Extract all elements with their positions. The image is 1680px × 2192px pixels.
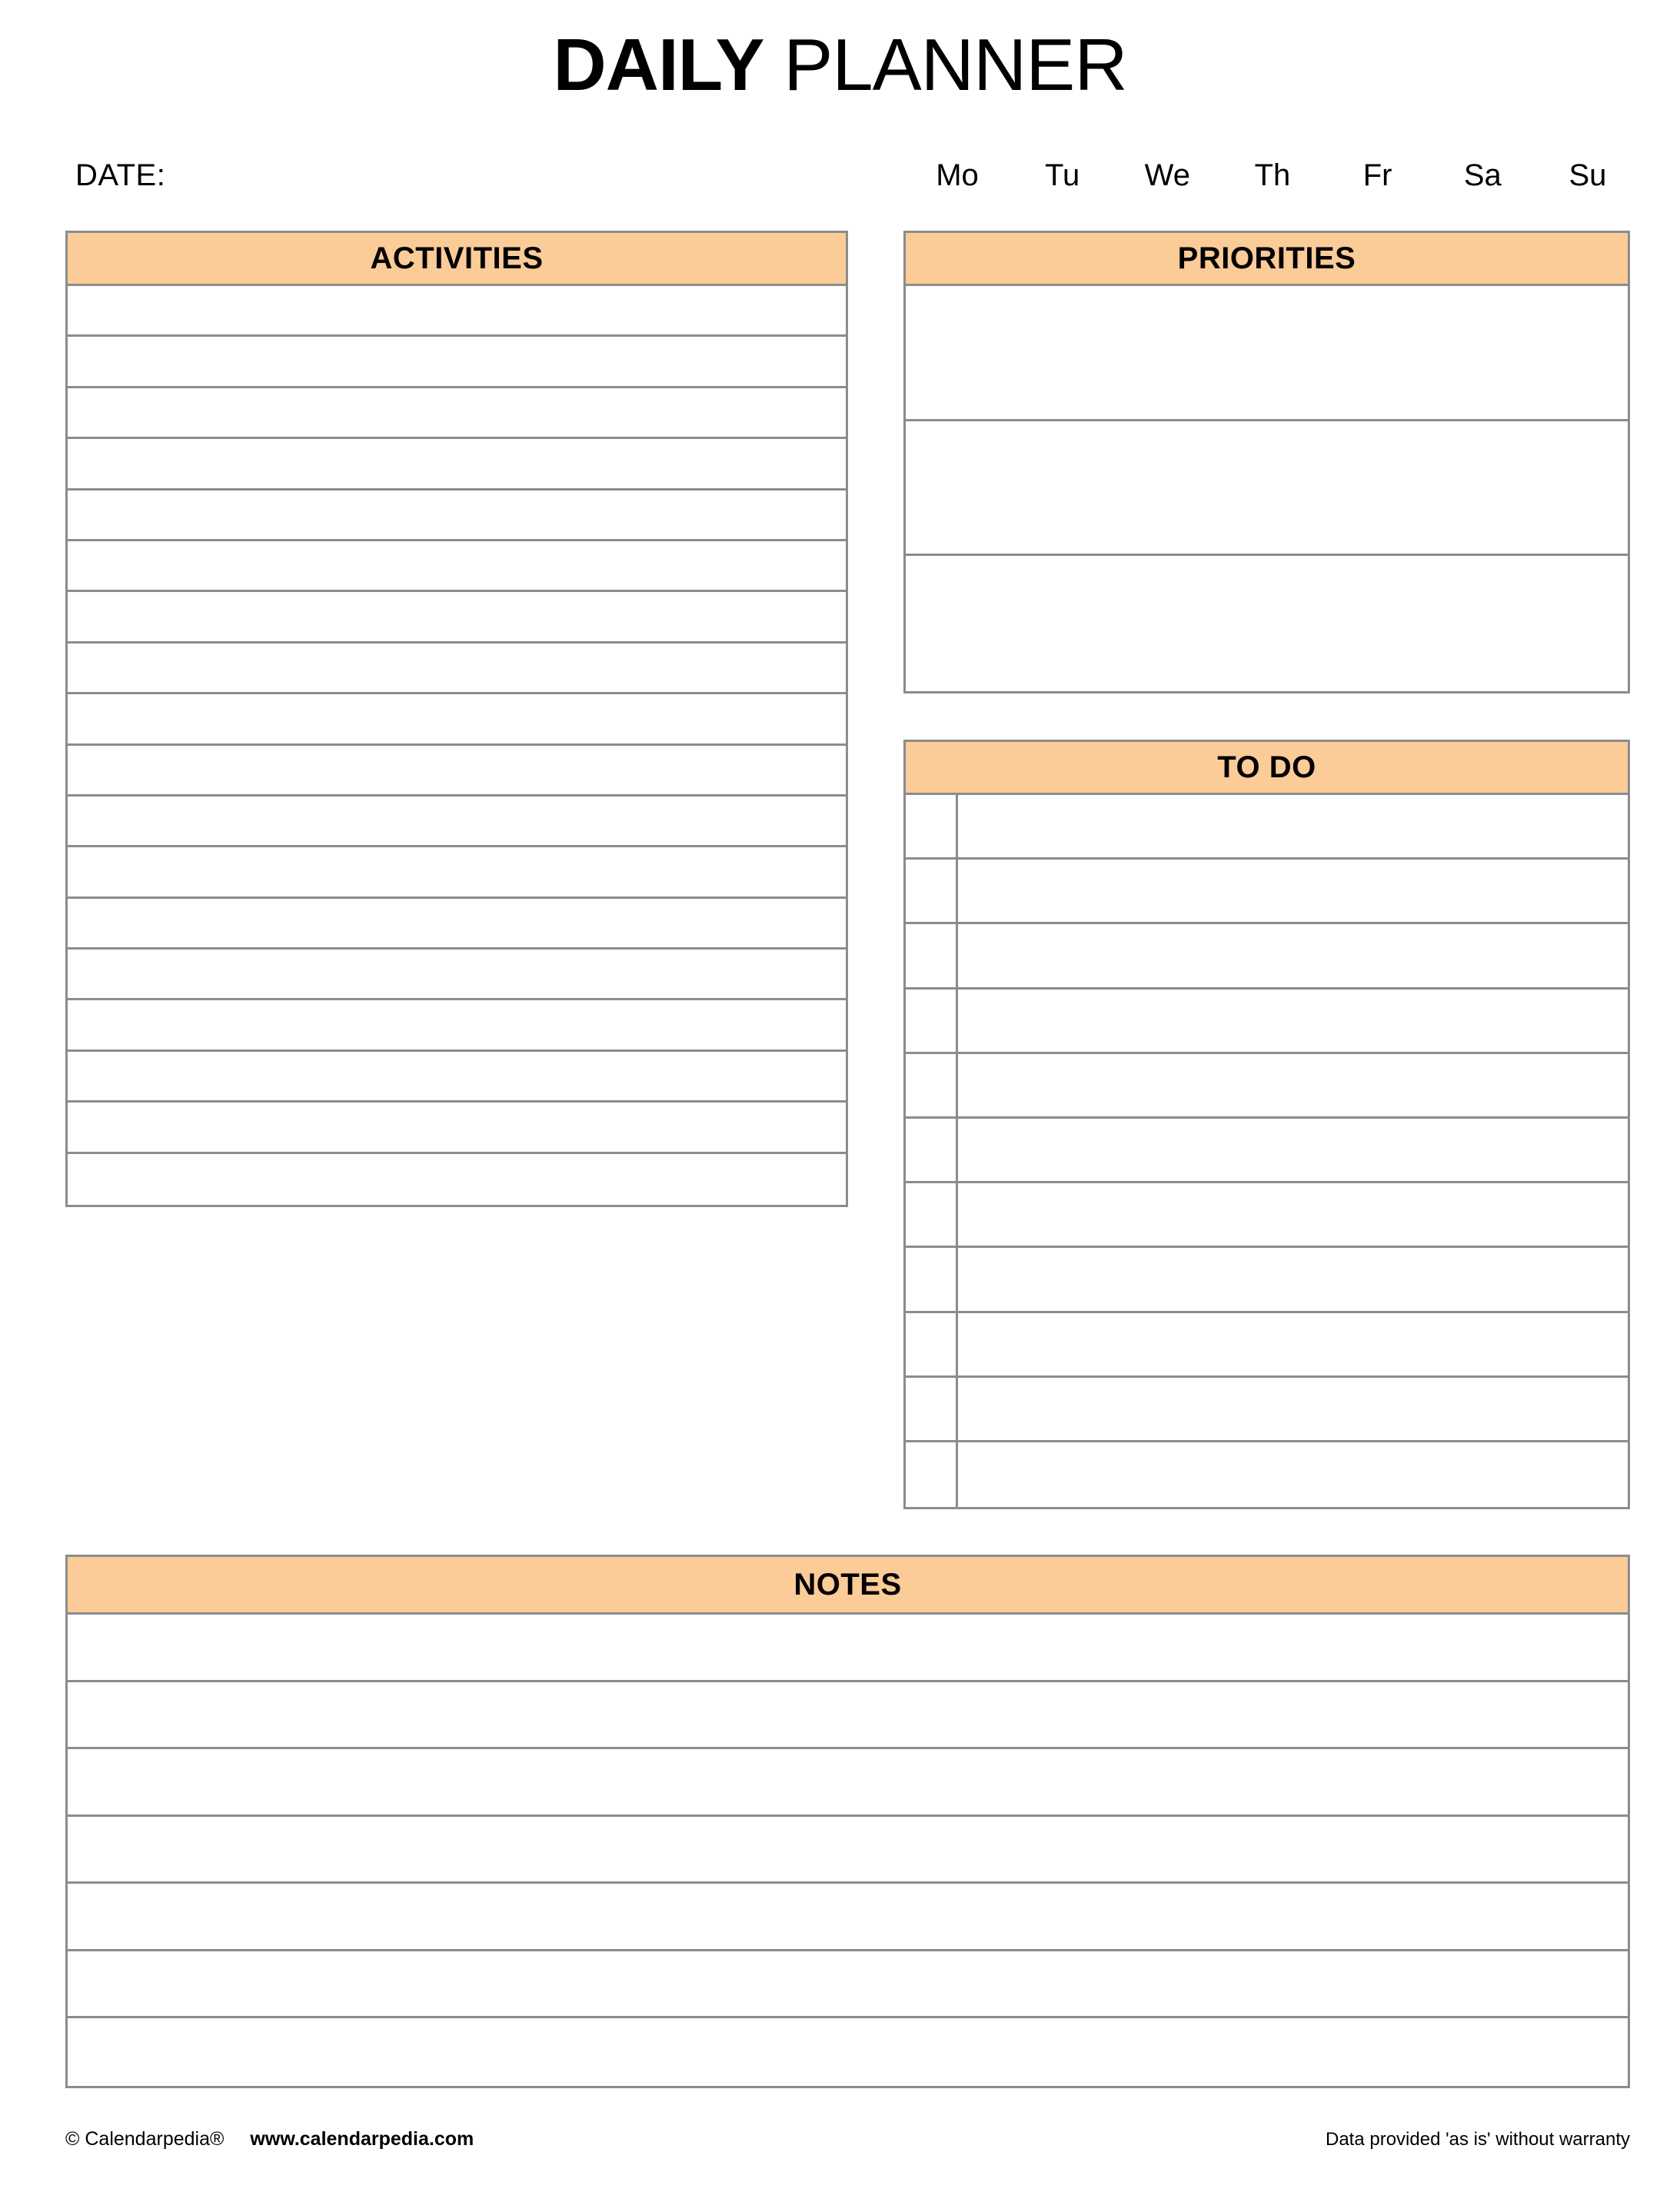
note-line[interactable] (68, 2018, 1628, 2086)
notes-header: NOTES (65, 1555, 1630, 1615)
activities-header: ACTIVITIES (65, 231, 848, 286)
activity-row[interactable] (68, 541, 846, 593)
weekday-sa[interactable]: Sa (1440, 158, 1525, 193)
todo-checkbox-cell[interactable] (906, 924, 958, 987)
priority-row[interactable] (906, 556, 1628, 691)
priorities-header: PRIORITIES (903, 231, 1630, 286)
priorities-section: PRIORITIES (903, 231, 1630, 694)
todo-row (906, 924, 1628, 990)
activity-row[interactable] (68, 337, 846, 388)
todo-row (906, 989, 1628, 1054)
weekday-su[interactable]: Su (1545, 158, 1630, 193)
todo-section: TO DO (903, 740, 1630, 1510)
note-line[interactable] (68, 1615, 1628, 1682)
notes-header-label: NOTES (793, 1567, 902, 1602)
todo-row (906, 860, 1628, 925)
todo-row-list (903, 795, 1630, 1510)
note-line[interactable] (68, 1817, 1628, 1884)
website-link[interactable]: www.calendarpedia.com (250, 2128, 474, 2150)
todo-checkbox-cell[interactable] (906, 1183, 958, 1246)
date-label: DATE: (75, 158, 166, 192)
page-title-light: PLANNER (763, 24, 1127, 106)
todo-row (906, 1118, 1628, 1184)
activity-row[interactable] (68, 745, 846, 797)
todo-row (906, 795, 1628, 860)
activity-row[interactable] (68, 1103, 846, 1154)
todo-header-label: TO DO (1217, 750, 1316, 784)
activities-row-list (65, 286, 848, 1208)
activity-row[interactable] (68, 592, 846, 644)
priorities-row-list (903, 286, 1630, 694)
activities-header-label: ACTIVITIES (370, 241, 544, 275)
priority-row[interactable] (906, 286, 1628, 421)
activity-row[interactable] (68, 950, 846, 1001)
todo-row (906, 1183, 1628, 1249)
note-line[interactable] (68, 1749, 1628, 1817)
weekday-mo[interactable]: Mo (915, 158, 1000, 193)
todo-text-cell[interactable] (958, 860, 1628, 922)
todo-checkbox-cell[interactable] (906, 1118, 958, 1182)
footer: © Calendarpedia® www.calendarpedia.com D… (65, 2128, 1630, 2150)
page-title: DAILY PLANNER (0, 23, 1680, 108)
todo-text-cell[interactable] (958, 1183, 1628, 1246)
weekday-row: Mo Tu We Th Fr Sa Su (915, 158, 1630, 193)
activity-row[interactable] (68, 847, 846, 899)
copyright-text: © Calendarpedia® (65, 2128, 225, 2150)
activity-row[interactable] (68, 694, 846, 746)
todo-text-cell[interactable] (958, 1248, 1628, 1310)
todo-row (906, 1377, 1628, 1442)
weekday-we[interactable]: We (1125, 158, 1209, 193)
todo-text-cell[interactable] (958, 924, 1628, 986)
priorities-header-label: PRIORITIES (1177, 241, 1356, 275)
disclaimer-text: Data provided 'as is' without warranty (1325, 2129, 1630, 2150)
footer-left-group: © Calendarpedia® www.calendarpedia.com (65, 2128, 474, 2150)
activity-row[interactable] (68, 643, 846, 695)
todo-header: TO DO (903, 740, 1630, 795)
note-line[interactable] (68, 1682, 1628, 1749)
todo-row (906, 1442, 1628, 1508)
todo-checkbox-cell[interactable] (906, 989, 958, 1052)
page-title-strong: DAILY (553, 24, 764, 106)
todo-row (906, 1248, 1628, 1313)
activities-section: ACTIVITIES (65, 231, 848, 1208)
todo-checkbox-cell[interactable] (906, 1248, 958, 1311)
todo-checkbox-cell[interactable] (906, 860, 958, 923)
todo-checkbox-cell[interactable] (906, 1442, 958, 1508)
todo-text-cell[interactable] (958, 1054, 1628, 1116)
todo-row (906, 1053, 1628, 1119)
daily-planner-page: DAILY PLANNER DATE: Mo Tu We Th Fr Sa Su… (0, 0, 1680, 2192)
todo-text-cell[interactable] (958, 1442, 1628, 1507)
todo-checkbox-cell[interactable] (906, 795, 958, 858)
weekday-fr[interactable]: Fr (1336, 158, 1420, 193)
activity-row[interactable] (68, 1153, 846, 1206)
todo-row (906, 1312, 1628, 1378)
todo-text-cell[interactable] (958, 1119, 1628, 1181)
todo-text-cell[interactable] (958, 795, 1628, 857)
activity-row[interactable] (68, 388, 846, 440)
note-line[interactable] (68, 1951, 1628, 2018)
weekday-tu[interactable]: Tu (1020, 158, 1105, 193)
todo-checkbox-cell[interactable] (906, 1377, 958, 1440)
notes-section: NOTES (65, 1555, 1630, 2088)
priority-row[interactable] (906, 421, 1628, 556)
todo-text-cell[interactable] (958, 1378, 1628, 1440)
todo-checkbox-cell[interactable] (906, 1312, 958, 1375)
todo-text-cell[interactable] (958, 990, 1628, 1052)
activity-row[interactable] (68, 286, 846, 338)
activity-row[interactable] (68, 1000, 846, 1052)
todo-text-cell[interactable] (958, 1313, 1628, 1375)
todo-checkbox-cell[interactable] (906, 1053, 958, 1116)
activity-row[interactable] (68, 490, 846, 541)
activity-row[interactable] (68, 796, 846, 848)
activity-row[interactable] (68, 898, 846, 950)
activity-row[interactable] (68, 439, 846, 491)
note-line[interactable] (68, 1884, 1628, 1951)
notes-line-list (65, 1615, 1630, 2088)
activity-row[interactable] (68, 1051, 846, 1103)
weekday-th[interactable]: Th (1230, 158, 1315, 193)
